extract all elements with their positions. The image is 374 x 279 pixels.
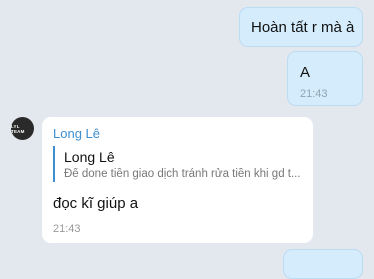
message-text: Hoàn tất r mà à: [251, 19, 355, 36]
quoted-reply[interactable]: Long Lê Để done tiền giao dịch tránh rửa…: [53, 146, 306, 182]
message-text: đọc kĩ giúp a: [53, 195, 139, 212]
message-text: A: [300, 64, 311, 81]
outgoing-message-bubble[interactable]: Hoàn tất r mà à: [239, 7, 363, 47]
quoted-message-text: Để done tiền giao dịch tránh rửa tiền kh…: [64, 168, 301, 180]
avatar[interactable]: LYL TEAM: [11, 117, 34, 140]
message-timestamp: 21:43: [300, 88, 328, 100]
outgoing-message-bubble[interactable]: A 21:43: [287, 51, 363, 106]
message-timestamp: 21:43: [53, 223, 81, 235]
outgoing-message-bubble[interactable]: [283, 249, 363, 279]
quoted-sender-name: Long Lê: [64, 149, 115, 165]
avatar-logo-text: LYL TEAM: [11, 123, 25, 134]
sender-name[interactable]: Long Lê: [53, 126, 100, 141]
incoming-message-bubble[interactable]: Long Lê Long Lê Để done tiền giao dịch t…: [42, 117, 313, 243]
